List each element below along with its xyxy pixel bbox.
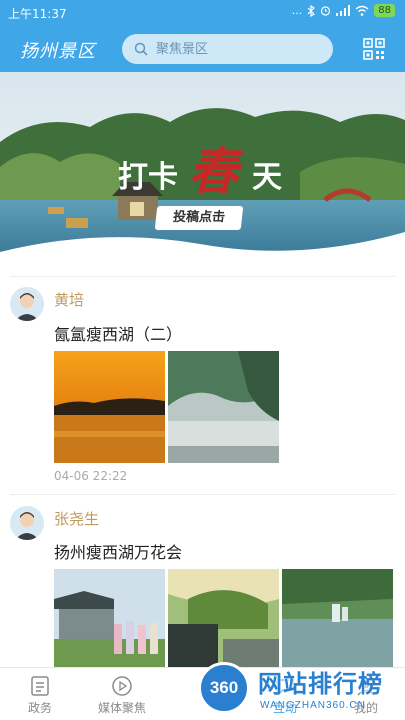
tab-label: 政务 (27, 701, 52, 715)
post-photo[interactable] (54, 351, 165, 463)
signal-icon (336, 5, 351, 16)
tab-media-focus[interactable]: 媒体聚焦 (92, 668, 152, 720)
wifi-icon (355, 5, 369, 16)
avatar-person-icon (10, 506, 44, 540)
banner-spring-checkin[interactable]: 打卡 春 天 投稿点击 (0, 72, 405, 272)
post-author[interactable]: 黄培 (54, 289, 84, 310)
search-input[interactable] (156, 34, 326, 64)
post-title[interactable]: 扬州瘦西湖万花会 (54, 539, 182, 563)
search-icon (134, 42, 148, 56)
post-photo[interactable] (168, 569, 279, 667)
document-icon (31, 676, 49, 696)
post-item[interactable]: 黄培 氤氲瘦西湖（二） 04-06 22:22 (0, 283, 405, 488)
more-icon: ... (291, 4, 303, 17)
avatar[interactable] (10, 506, 44, 540)
tab-label: 媒体聚焦 (97, 701, 146, 715)
post-photo[interactable] (54, 569, 165, 667)
alarm-icon (321, 6, 331, 16)
bluetooth-icon (307, 4, 316, 17)
banner-headline-part1: 打卡 (118, 160, 178, 195)
status-icons: ... 88 (292, 4, 395, 17)
post-author[interactable]: 张尧生 (54, 508, 99, 529)
garden-pavilion-photo (168, 569, 279, 667)
play-icon (112, 676, 132, 696)
banner-headline-part3: 天 (252, 160, 282, 195)
watermark-subtitle: WANGZHAN360.CN (260, 700, 366, 711)
search-bar[interactable] (122, 34, 333, 64)
banner-headline-part2: 春 (188, 142, 238, 201)
post-title[interactable]: 氤氲瘦西湖（二） (54, 321, 182, 345)
status-time: 上午11:37 (8, 7, 67, 21)
status-bar: 上午11:37 ... 88 (0, 0, 405, 26)
avatar[interactable] (10, 287, 44, 321)
qr-scan-icon[interactable] (363, 38, 385, 60)
app-screen: 上午11:37 ... 88 扬州景区 聚焦景区 打卡 春 天 投稿点击 黄培 … (0, 0, 405, 720)
tab-gov-affairs[interactable]: 政务 (12, 668, 68, 720)
flower-festival-photo (54, 569, 165, 667)
battery-indicator: 88 (374, 4, 395, 17)
post-item[interactable]: 张尧生 扬州瘦西湖万花会 (0, 502, 405, 672)
divider (10, 276, 395, 277)
watermark-logo: 360 (198, 662, 250, 714)
watermark-title: 网站排行榜 (258, 670, 383, 698)
site-watermark: 360 网站排行榜 WANGZHAN360.CN (196, 660, 405, 720)
avatar-person-icon (10, 287, 44, 321)
submit-button[interactable]: 投稿点击 (154, 206, 244, 230)
post-photo[interactable] (168, 351, 279, 463)
app-title: 扬州景区 (20, 41, 96, 62)
app-header: 扬州景区 (0, 26, 405, 72)
sunset-lake-photo (54, 351, 165, 463)
post-photo[interactable] (282, 569, 393, 667)
pond-garden-photo (282, 569, 393, 667)
divider (10, 494, 395, 495)
post-timestamp: 04-06 22:22 (54, 469, 128, 483)
misty-lake-photo (168, 351, 279, 463)
